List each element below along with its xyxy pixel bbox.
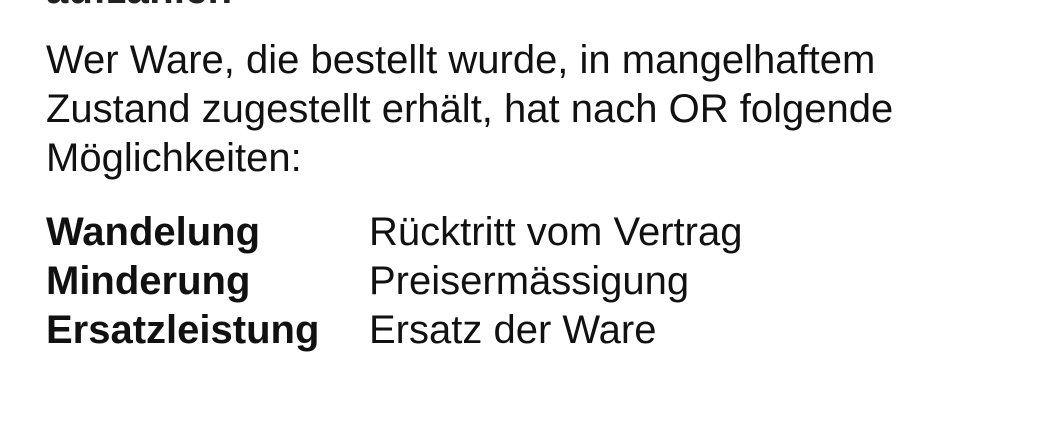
remedy-row-minderung: Minderung Preisermässigung [46, 257, 986, 306]
remedy-term: Wandelung [46, 210, 261, 254]
remedy-meaning: Preisermässigung [369, 259, 690, 303]
cut-off-heading: aufzählen [46, 0, 232, 10]
intro-paragraph: Wer Ware, die bestellt wurde, in mangelh… [46, 38, 894, 180]
remedy-row-ersatzleistung: Ersatzleistung Ersatz der Ware [46, 306, 986, 355]
remedy-meaning: Rücktritt vom Vertrag [369, 210, 743, 254]
document-page: aufzählen Wer Ware, die bestellt wurde, … [0, 0, 1038, 428]
remedy-meaning: Ersatz der Ware [369, 308, 657, 352]
remedy-row-wandelung: Wandelung Rücktritt vom Vertrag [46, 208, 986, 257]
remedy-term: Minderung [46, 259, 251, 303]
remedy-term: Ersatzleistung [46, 308, 320, 352]
remedies-list: Wandelung Rücktritt vom Vertrag Minderun… [46, 208, 986, 355]
